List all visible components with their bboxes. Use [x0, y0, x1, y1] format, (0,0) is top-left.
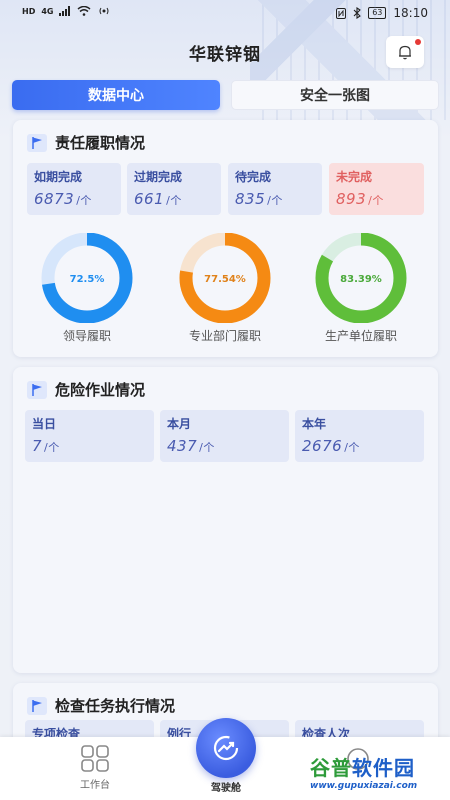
stat-pending[interactable]: 待完成 835/个: [228, 163, 322, 215]
stat-value-line: 437/个: [167, 437, 282, 455]
stat-value: 835: [235, 190, 266, 208]
stat-label: 如期完成: [34, 170, 83, 184]
signal-icon: [59, 6, 71, 16]
stat-label: 过期完成: [134, 170, 183, 184]
watermark-green: 谷普: [310, 756, 352, 780]
nav-workbench-label: 工作台: [80, 780, 110, 791]
responsibility-card: 责任履职情况 如期完成 6873/个 过期完成 661/个 待完成 835/个 …: [13, 120, 438, 357]
network-indicator: 4G: [41, 6, 54, 16]
notification-button[interactable]: [386, 36, 424, 68]
inspection-card-header: 检查任务执行情况: [27, 695, 175, 716]
watermark-logo: 谷普软件园 www.gupuxiazai.com: [310, 752, 445, 798]
stat-unit: /个: [368, 194, 384, 207]
hd-indicator: HD: [22, 6, 36, 16]
responsibility-card-header: 责任履职情况: [27, 132, 145, 153]
page-title: 华联锌铟: [189, 45, 261, 65]
wifi-icon: [78, 6, 91, 16]
donut-chart: 72.5%: [41, 233, 133, 323]
stat-overdue-complete[interactable]: 过期完成 661/个: [127, 163, 221, 215]
status-bar-left: HD 4G: [22, 6, 111, 16]
donut-label: 生产单位履职: [324, 329, 397, 343]
stat-value-line: 835/个: [235, 190, 315, 208]
stat-value: 7: [32, 437, 43, 455]
donut-chart: 83.39%: [315, 233, 407, 323]
bell-icon: [399, 45, 411, 60]
danger-title: 危险作业情况: [55, 381, 146, 399]
stat-value: 2676: [302, 437, 343, 455]
stat-unit: /个: [44, 441, 60, 454]
donut-label: 领导履职: [62, 329, 111, 343]
stat-unit: /个: [76, 194, 92, 207]
donut-department[interactable]: 77.54% 专业部门履职: [173, 233, 277, 344]
stat-value-line: 661/个: [134, 190, 214, 208]
donut-chart: 77.54%: [179, 233, 271, 323]
flag-icon: [27, 380, 47, 399]
donut-percent-label: 77.54%: [204, 274, 246, 285]
stat-label: 当日: [32, 417, 57, 431]
nav-cockpit-button[interactable]: [196, 718, 256, 778]
stat-value: 661: [134, 190, 165, 208]
donut-percent-label: 83.39%: [340, 274, 382, 285]
notification-badge: [415, 39, 421, 45]
stat-incomplete[interactable]: 未完成 893/个: [329, 163, 424, 215]
stat-unit: /个: [199, 441, 215, 454]
nav-cockpit-label: 驾驶舱: [211, 783, 241, 794]
stat-this-month[interactable]: 本月 437/个: [160, 410, 289, 462]
inspection-title: 检查任务执行情况: [55, 697, 176, 715]
stat-value-line: 893/个: [336, 190, 417, 208]
flag-icon: [27, 696, 47, 715]
stat-value: 437: [167, 437, 198, 455]
donut-label: 专业部门履职: [188, 329, 261, 343]
stat-value: 893: [336, 190, 367, 208]
stat-label: 本月: [167, 417, 192, 431]
tab-safety-map[interactable]: 安全一张图: [231, 80, 439, 110]
stat-label: 未完成: [336, 170, 373, 184]
watermark-title: 谷普软件园: [310, 752, 445, 781]
donut-percent-label: 72.5%: [70, 274, 105, 285]
stat-label: 本年: [302, 417, 327, 431]
tab-data-center[interactable]: 数据中心: [12, 80, 220, 110]
danger-card-header: 危险作业情况: [27, 379, 145, 400]
danger-card: 危险作业情况 当日 7/个 本月 437/个 本年 2676/个: [13, 367, 438, 673]
flag-icon: [27, 133, 47, 152]
dashboard-gauge-icon: [213, 735, 239, 761]
nav-workbench[interactable]: 工作台: [55, 745, 135, 791]
stat-this-year[interactable]: 本年 2676/个: [295, 410, 424, 462]
donut-production[interactable]: 83.39% 生产单位履职: [309, 233, 413, 344]
stat-value-line: 6873/个: [34, 190, 114, 208]
stat-unit: /个: [344, 441, 360, 454]
stat-unit: /个: [267, 194, 283, 207]
watermark-url: www.gupuxiazai.com: [310, 781, 418, 791]
stat-today[interactable]: 当日 7/个: [25, 410, 154, 462]
stat-label: 待完成: [235, 170, 272, 184]
grid-icon: [81, 745, 109, 772]
stat-value-line: 7/个: [32, 437, 147, 455]
donut-leader[interactable]: 72.5% 领导履职: [35, 233, 139, 344]
hotspot-icon: [99, 7, 109, 15]
responsibility-title: 责任履职情况: [55, 134, 146, 152]
stat-value: 6873: [34, 190, 75, 208]
stat-on-time[interactable]: 如期完成 6873/个: [27, 163, 121, 215]
stat-unit: /个: [166, 194, 182, 207]
stat-value-line: 2676/个: [302, 437, 417, 455]
watermark-blue: 软件园: [352, 756, 415, 780]
